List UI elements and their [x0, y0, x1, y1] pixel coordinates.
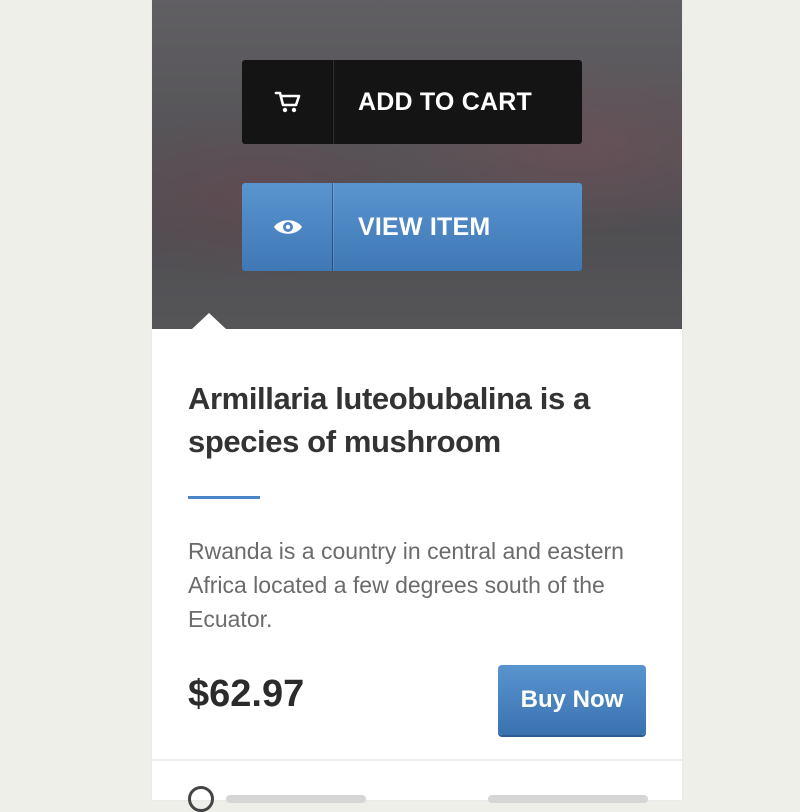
product-card: ADD TO CART VIEW ITEM Armillaria luteobu… [152, 0, 682, 812]
add-to-cart-label: ADD TO CART [358, 87, 532, 116]
card-divider [152, 759, 682, 761]
clock-icon [188, 786, 214, 812]
product-title[interactable]: Armillaria luteobubalina is a species of… [188, 377, 648, 463]
title-divider [188, 496, 260, 499]
product-description: Rwanda is a country in central and easte… [188, 538, 624, 632]
eye-icon [242, 183, 334, 271]
product-image: ADD TO CART VIEW ITEM [152, 0, 682, 329]
footer-rating-placeholder [488, 795, 648, 803]
view-item-label: VIEW ITEM [358, 212, 491, 241]
product-price: $62.97 [188, 673, 305, 715]
view-item-button[interactable]: VIEW ITEM [242, 183, 582, 271]
add-to-cart-button[interactable]: ADD TO CART [242, 60, 582, 144]
cart-icon [242, 60, 334, 144]
card-footer [188, 786, 648, 812]
image-pointer [192, 313, 226, 329]
buy-now-button[interactable]: Buy Now [498, 665, 646, 735]
footer-meta-placeholder [226, 795, 366, 803]
image-overlay [152, 0, 682, 329]
